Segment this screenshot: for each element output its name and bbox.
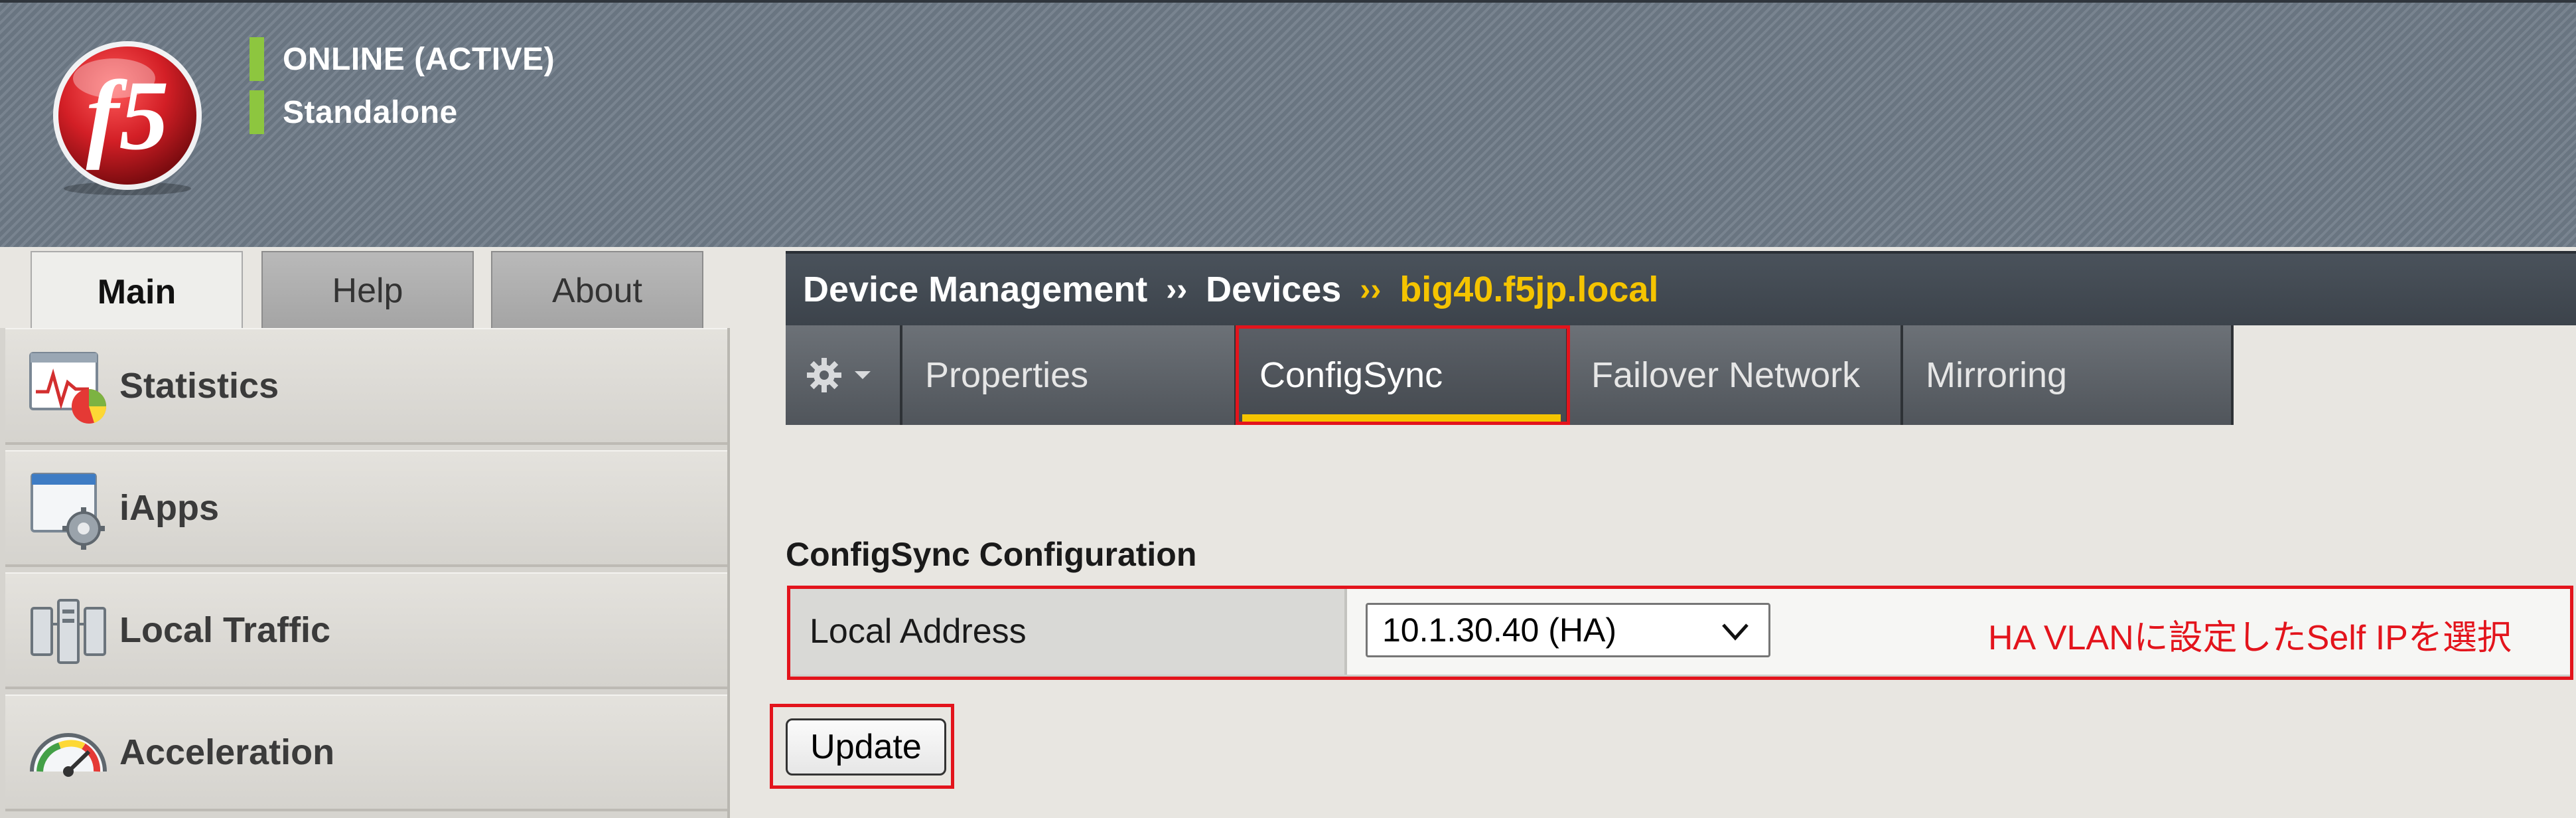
breadcrumb-devices[interactable]: Devices (1206, 269, 1341, 310)
local-traffic-icon (31, 599, 106, 664)
tab-properties[interactable]: Properties (902, 325, 1237, 425)
sidebar-item-statistics[interactable]: Statistics (5, 328, 727, 445)
gear-icon (807, 358, 841, 392)
statistics-chart-icon (29, 352, 107, 424)
status-standalone-row: Standalone (250, 90, 458, 134)
highlight-box-configsync (1236, 325, 1570, 425)
f5-logo-icon[interactable]: f5 (48, 37, 207, 197)
breadcrumb: Device Management ›› Devices ›› big40.f5… (786, 251, 2576, 325)
status-standalone-text: Standalone (283, 94, 458, 130)
sidebar-item-label: Statistics (119, 366, 279, 406)
sidebar: Statistics iApps Local Traffic Accelerat… (0, 328, 730, 818)
breadcrumb-device-management[interactable]: Device Management (803, 269, 1147, 310)
header-banner: f5 ONLINE (ACTIVE) Standalone (0, 0, 2576, 247)
status-indicator (250, 37, 264, 81)
status-online-text: ONLINE (ACTIVE) (283, 41, 555, 77)
status-indicator (250, 90, 264, 134)
sidebar-item-label: Acceleration (119, 732, 335, 772)
section-title: ConfigSync Configuration (786, 536, 1197, 573)
tab-failover-network[interactable]: Failover Network (1569, 325, 1903, 425)
tab-help[interactable]: Help (261, 251, 474, 329)
breadcrumb-separator: ›› (1166, 272, 1188, 307)
sidebar-item-label: Local Traffic (119, 610, 331, 650)
tab-about[interactable]: About (491, 251, 703, 329)
sidebar-item-iapps[interactable]: iApps (5, 450, 727, 567)
svg-text:f5: f5 (86, 60, 169, 171)
breadcrumb-separator: ›› (1360, 272, 1382, 307)
highlight-box-local-address (787, 586, 2573, 680)
sidebar-item-label: iApps (119, 488, 220, 528)
caret-down-icon (855, 371, 871, 379)
tab-mirroring[interactable]: Mirroring (1903, 325, 2234, 425)
tab-main[interactable]: Main (31, 251, 243, 332)
breadcrumb-current-device: big40.f5jp.local (1399, 270, 1659, 309)
iapps-gear-icon (31, 473, 105, 550)
highlight-box-update (770, 704, 954, 789)
sidebar-item-local-traffic[interactable]: Local Traffic (5, 572, 727, 689)
settings-menu-button[interactable] (786, 325, 902, 425)
acceleration-gauge-icon (30, 733, 107, 777)
status-online-row: ONLINE (ACTIVE) (250, 37, 555, 81)
sidebar-item-acceleration[interactable]: Acceleration (5, 695, 727, 811)
